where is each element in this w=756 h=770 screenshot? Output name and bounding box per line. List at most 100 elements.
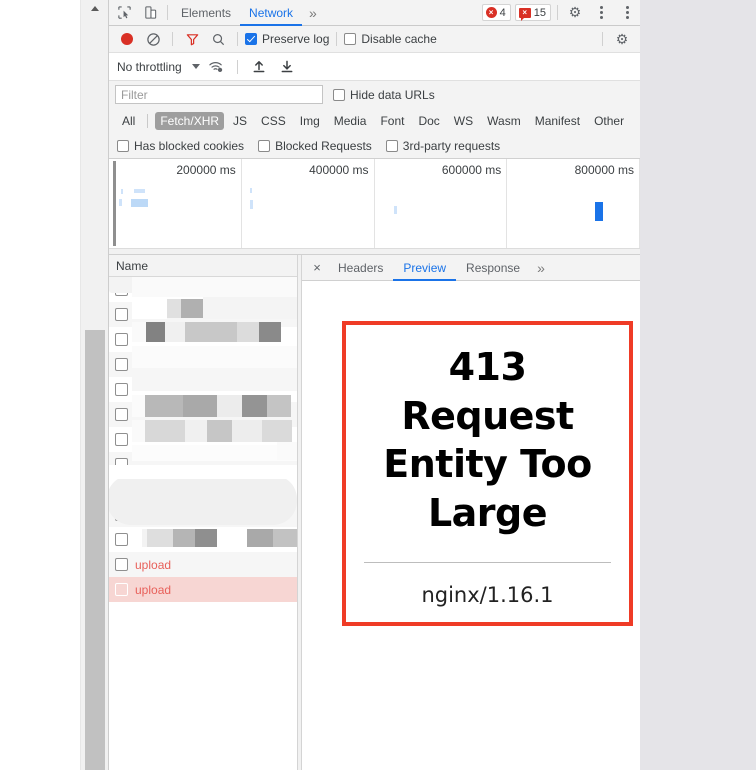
- error-circle-icon: ×: [485, 7, 497, 18]
- tab-network[interactable]: Network: [240, 0, 303, 26]
- type-filter-all[interactable]: All: [117, 112, 140, 130]
- overview-tick-label-3: 600000 ms: [441, 163, 502, 177]
- blocked-requests-box-icon: [258, 140, 271, 152]
- screenshot-root: Elements Network » × 4 × 15 ⚙ Preserve l…: [0, 0, 756, 770]
- request-type-icon: [115, 458, 128, 471]
- tabstrip-divider: [167, 5, 168, 20]
- overview-activity-mark: [394, 206, 397, 214]
- host-page-area: [0, 0, 80, 770]
- type-filter-js[interactable]: JS: [228, 112, 252, 130]
- column-header-name[interactable]: Name: [116, 259, 148, 273]
- type-filter-img[interactable]: Img: [295, 112, 325, 130]
- resource-type-filters: All Fetch/XHR JS CSS Img Media Font Doc …: [109, 108, 640, 134]
- more-tabs-icon[interactable]: »: [302, 0, 324, 25]
- page-scrollbar[interactable]: [80, 0, 108, 770]
- scrollbar-thumb[interactable]: [85, 330, 105, 770]
- throttle-divider: [236, 59, 238, 74]
- type-filter-doc[interactable]: Doc: [413, 112, 444, 130]
- third-party-requests-checkbox[interactable]: 3rd-party requests: [385, 139, 500, 153]
- issue-bubble-icon: ×: [518, 7, 531, 21]
- type-filter-ws[interactable]: WS: [449, 112, 478, 130]
- list-item-selected[interactable]: upload: [109, 577, 297, 602]
- overview-tick-cell-3: 600000 ms: [375, 159, 508, 248]
- detail-more-tabs-icon[interactable]: »: [530, 255, 552, 280]
- device-toolbar-icon[interactable]: [137, 0, 163, 25]
- search-button[interactable]: [206, 28, 230, 50]
- type-filter-css[interactable]: CSS: [256, 112, 291, 130]
- network-toolbar: Preserve log Disable cache ⚙: [109, 26, 640, 53]
- settings-gear-icon[interactable]: ⚙: [562, 0, 588, 25]
- disable-cache-checkbox[interactable]: Disable cache: [344, 32, 437, 46]
- request-type-icon: [115, 283, 128, 296]
- import-har-icon[interactable]: [247, 56, 271, 78]
- list-item[interactable]: [109, 377, 297, 402]
- devtools-panel: Elements Network » × 4 × 15 ⚙ Preserve l…: [108, 0, 640, 770]
- disable-cache-label: Disable cache: [361, 32, 437, 46]
- record-button[interactable]: [115, 28, 139, 50]
- list-item[interactable]: [109, 527, 297, 552]
- tab-elements[interactable]: Elements: [172, 0, 240, 25]
- list-item[interactable]: [109, 402, 297, 427]
- preserve-log-label: Preserve log: [262, 32, 330, 46]
- type-filter-font[interactable]: Font: [375, 112, 409, 130]
- request-type-icon: [115, 308, 128, 321]
- type-filter-media[interactable]: Media: [329, 112, 372, 130]
- issue-count-badge[interactable]: × 15: [514, 4, 551, 21]
- list-item[interactable]: [109, 327, 297, 352]
- devtools-menu-kebab-icon[interactable]: [588, 0, 614, 25]
- list-item[interactable]: [109, 302, 297, 327]
- has-blocked-cookies-checkbox[interactable]: Has blocked cookies: [117, 139, 244, 153]
- request-type-icon: [115, 533, 128, 546]
- export-har-icon[interactable]: [275, 56, 299, 78]
- filter-input[interactable]: [115, 85, 323, 104]
- tab-headers[interactable]: Headers: [328, 255, 393, 280]
- request-type-icon: [115, 433, 128, 446]
- network-settings-gear-icon[interactable]: ⚙: [610, 28, 634, 50]
- list-item[interactable]: [109, 427, 297, 452]
- toolbar-divider-3: [336, 32, 338, 46]
- hide-data-urls-checkbox[interactable]: Hide data URLs: [333, 88, 435, 102]
- filter-button[interactable]: [180, 28, 204, 50]
- overview-tick-label-1: 200000 ms: [176, 163, 236, 177]
- list-item[interactable]: [109, 452, 297, 477]
- throttling-dropdown[interactable]: No throttling: [117, 60, 200, 74]
- list-item[interactable]: [109, 502, 297, 527]
- throttle-row: No throttling: [109, 53, 640, 81]
- request-type-icon: [115, 408, 128, 421]
- request-type-icon: [115, 508, 128, 521]
- network-overview-timeline[interactable]: 200000 ms 400000 ms 600000 ms 800000 ms: [109, 159, 640, 255]
- error-count-badge[interactable]: × 4: [481, 4, 511, 21]
- type-filter-manifest[interactable]: Manifest: [530, 112, 585, 130]
- preview-body: 413 Request Entity Too Large nginx/1.16.…: [302, 281, 640, 770]
- tabstrip-divider-2: [557, 5, 558, 20]
- detail-tabstrip: × Headers Preview Response »: [302, 255, 640, 281]
- overview-footer-strip: [109, 248, 640, 254]
- overview-activity-mark: [121, 189, 123, 194]
- request-name: upload: [135, 582, 172, 597]
- list-item[interactable]: [109, 477, 297, 502]
- list-item[interactable]: upload: [109, 552, 297, 577]
- annotation-highlight-box: 413 Request Entity Too Large nginx/1.16.…: [342, 321, 633, 626]
- request-list-panel: Name upload upload: [109, 255, 297, 770]
- overview-gridlines: 200000 ms 400000 ms 600000 ms 800000 ms: [109, 159, 640, 248]
- close-icon[interactable]: ×: [306, 255, 328, 280]
- preserve-log-checkbox[interactable]: Preserve log: [245, 32, 329, 46]
- type-filter-wasm[interactable]: Wasm: [482, 112, 526, 130]
- devtools-tabstrip: Elements Network » × 4 × 15 ⚙: [109, 0, 640, 26]
- devtools-dock-kebab-icon[interactable]: [614, 0, 640, 25]
- request-type-icon: [115, 358, 128, 371]
- clear-button[interactable]: [141, 28, 165, 50]
- server-signature: nginx/1.16.1: [421, 582, 554, 607]
- list-item[interactable]: [109, 277, 297, 302]
- list-item[interactable]: [109, 352, 297, 377]
- type-filter-other[interactable]: Other: [589, 112, 629, 130]
- request-list[interactable]: upload upload: [109, 277, 297, 770]
- blocked-requests-checkbox[interactable]: Blocked Requests: [258, 139, 372, 153]
- scrollbar-up-arrow-icon[interactable]: [81, 0, 109, 17]
- error-title: 413 Request Entity Too Large: [383, 345, 592, 535]
- type-filter-fetch-xhr[interactable]: Fetch/XHR: [155, 112, 225, 130]
- tab-response[interactable]: Response: [456, 255, 530, 280]
- tab-preview[interactable]: Preview: [393, 255, 456, 281]
- network-conditions-icon[interactable]: [204, 56, 228, 78]
- inspect-element-icon[interactable]: [111, 0, 137, 25]
